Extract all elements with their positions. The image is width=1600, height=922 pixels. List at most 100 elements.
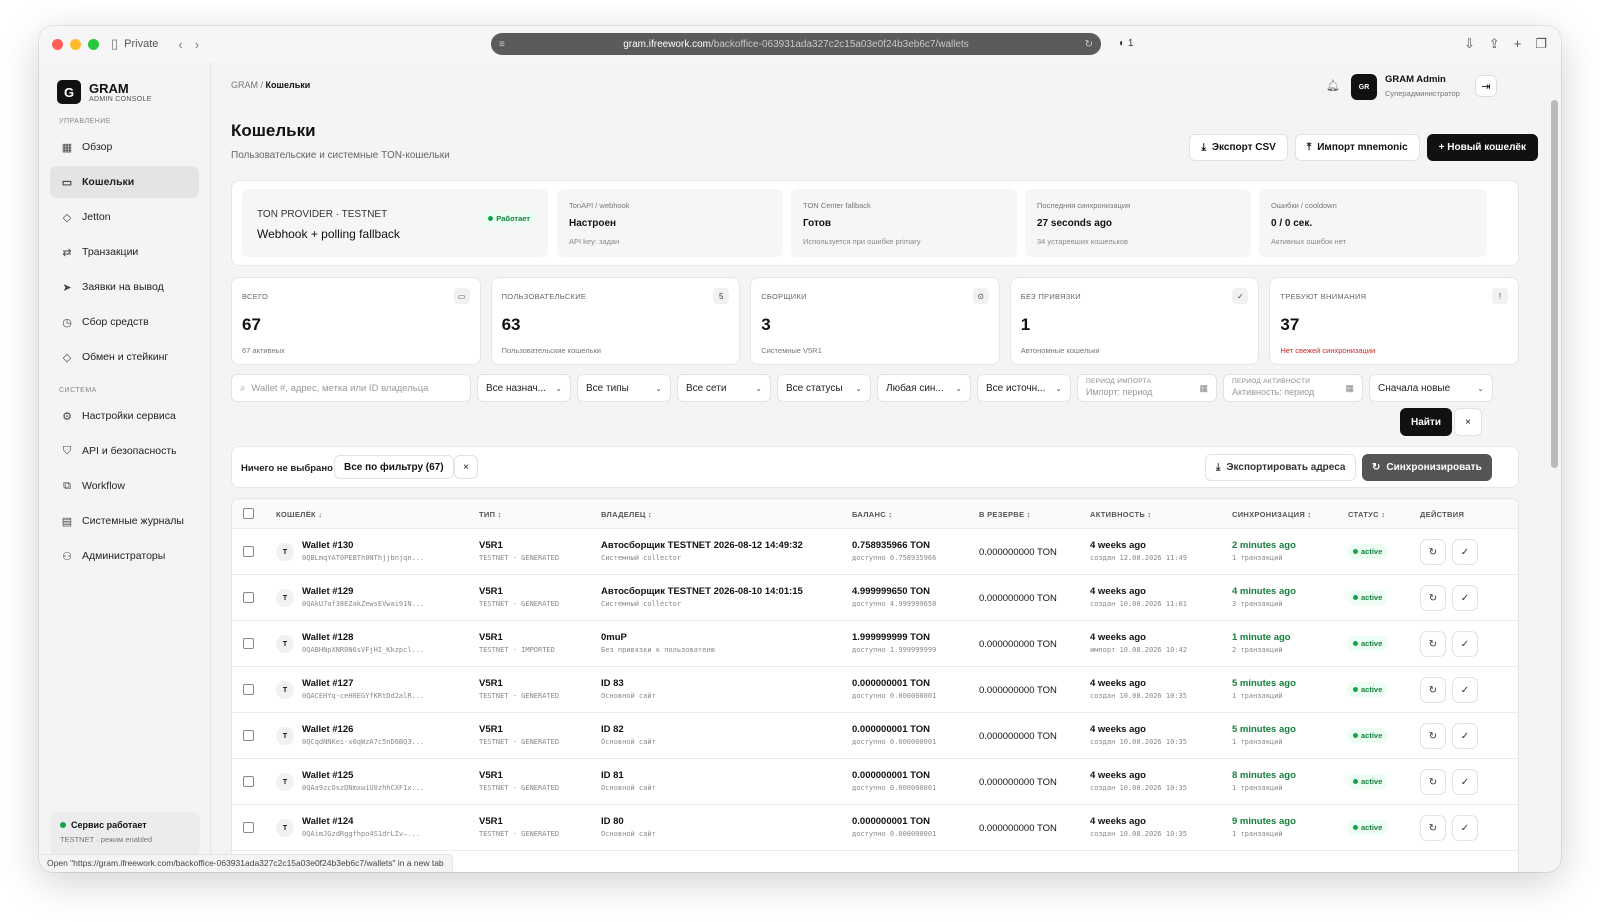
wallet-name[interactable]: Wallet #128	[302, 632, 353, 643]
download-icon[interactable]: ⇩	[1464, 36, 1475, 52]
brand[interactable]: G GRAM ADMIN CONSOLE	[57, 80, 210, 104]
tabs-overview-icon[interactable]: ❐	[1535, 36, 1547, 52]
clear-selection-button[interactable]: ×	[454, 455, 478, 479]
table-row[interactable]: T Wallet #124 0QAimJGzdRggfhpo4S1drLIv—...…	[232, 805, 1518, 851]
row-checkbox[interactable]	[243, 776, 254, 787]
verify-wallet-button[interactable]: ✓	[1452, 539, 1478, 565]
extension-count: 1	[1127, 38, 1134, 49]
wallet-name[interactable]: Wallet #124	[302, 816, 353, 827]
filter-select[interactable]: Все типы ⌄	[577, 374, 671, 402]
header-wallet[interactable]: КОШЕЛЁК ↓	[276, 510, 322, 519]
table-row[interactable]: T Wallet #130 0QBLmqYAT0PEBTh0NThjjbnjqn..…	[232, 529, 1518, 575]
filter-select[interactable]: Все статусы ⌄	[777, 374, 871, 402]
wallet-name[interactable]: Wallet #129	[302, 586, 353, 597]
verify-wallet-button[interactable]: ✓	[1452, 769, 1478, 795]
verify-wallet-button[interactable]: ✓	[1452, 723, 1478, 749]
logout-icon[interactable]: ⇥	[1475, 75, 1497, 97]
row-checkbox[interactable]	[243, 592, 254, 603]
header-balance[interactable]: БАЛАНС ↕	[852, 510, 892, 519]
verify-wallet-button[interactable]: ✓	[1452, 815, 1478, 841]
filter-select[interactable]: Любая син... ⌄	[877, 374, 971, 402]
sync-wallet-button[interactable]: ↻	[1420, 631, 1446, 657]
filter-select[interactable]: Все сети ⌄	[677, 374, 771, 402]
breadcrumb-root[interactable]: GRAM /	[231, 80, 266, 90]
avatar[interactable]: GR	[1351, 74, 1377, 100]
sidebar-item-items13[interactable]: ⇄ Транзакции	[50, 236, 199, 268]
notifications-bell-icon[interactable]: 🔔︎	[1322, 74, 1344, 96]
export-csv-button[interactable]: ⤓ Экспорт CSV	[1189, 134, 1288, 161]
verify-wallet-button[interactable]: ✓	[1452, 585, 1478, 611]
filter-select[interactable]: Все источн... ⌄	[977, 374, 1071, 402]
import-mnemonic-button[interactable]: ⤒ Импорт mnemonic	[1294, 134, 1420, 161]
sidebar-item-items22[interactable]: ⧉ Workflow	[50, 470, 199, 502]
wallet-name[interactable]: Wallet #127	[302, 678, 353, 689]
close-window-button[interactable]	[52, 38, 63, 50]
header-activity[interactable]: АКТИВНОСТЬ ↕	[1090, 510, 1151, 519]
row-checkbox[interactable]	[243, 822, 254, 833]
minimize-window-button[interactable]	[70, 38, 81, 50]
sidebar-item-items11[interactable]: ▭ Кошельки	[50, 166, 199, 198]
table-row[interactable]: T Wallet #128 0QABHNpXNR0N6sVFjHI_Kkzpcl..…	[232, 621, 1518, 667]
sync-wallet-button[interactable]: ↻	[1420, 769, 1446, 795]
wallet-name[interactable]: Wallet #126	[302, 724, 353, 735]
back-icon[interactable]: ‹	[178, 37, 182, 52]
sync-wallet-button[interactable]: ↻	[1420, 677, 1446, 703]
new-wallet-button[interactable]: + Новый кошелёк	[1426, 134, 1538, 161]
extension-badge[interactable]: ◐ 1	[1119, 38, 1133, 49]
export-addresses-button[interactable]: ⤓ Экспортировать адреса	[1205, 454, 1357, 481]
header-reserve[interactable]: В РЕЗЕРВЕ ↕	[979, 510, 1031, 519]
sort-select[interactable]: Сначала новые ⌄	[1369, 374, 1493, 402]
filter-select[interactable]: Все назнач... ⌄	[477, 374, 571, 402]
page-settings-icon[interactable]: ≡	[499, 39, 505, 50]
sidebar-item-items10[interactable]: ▦ Обзор	[50, 131, 199, 163]
sync-wallet-button[interactable]: ↻	[1420, 815, 1446, 841]
forward-icon[interactable]: ›	[195, 37, 199, 52]
search-input[interactable]: ⌕ Wallet #, адрес, метка или ID владельца	[231, 374, 471, 402]
select-all-checkbox[interactable]	[243, 508, 254, 519]
sidebar-item-items12[interactable]: ◇ Jetton	[50, 201, 199, 233]
sidebar-item-items23[interactable]: ▤ Системные журналы	[50, 505, 199, 537]
find-button[interactable]: Найти	[1400, 408, 1452, 436]
header-sync[interactable]: СИНХРОНИЗАЦИЯ ↕	[1232, 510, 1311, 519]
row-checkbox[interactable]	[243, 730, 254, 741]
reload-icon[interactable]: ↻	[1085, 39, 1093, 50]
table-row[interactable]: T Wallet #126 0QCqdNNKei-x0qWzA7c5nD6BQ3..…	[232, 713, 1518, 759]
table-row[interactable]: T Wallet #125 0QAa9zcOszDNmxwiU0zhhCXF1x..…	[232, 759, 1518, 805]
sidebar-item-items24[interactable]: ⚇ Администраторы	[50, 540, 199, 572]
share-icon[interactable]: ⇪	[1489, 36, 1500, 52]
sync-wallet-button[interactable]: ↻	[1420, 723, 1446, 749]
new-tab-icon[interactable]: +	[1514, 36, 1522, 52]
select-all-by-filter-button[interactable]: Все по фильтру (67)	[334, 455, 454, 479]
row-checkbox[interactable]	[243, 546, 254, 557]
address-bar[interactable]: ≡ gram.ifreework.com/backoffice-063931ad…	[491, 33, 1101, 55]
import-period-field[interactable]: ПЕРИОД ИМПОРТА Импорт: период ▦	[1077, 374, 1217, 402]
header-status[interactable]: СТАТУС ↕	[1348, 510, 1385, 519]
scrollbar[interactable]	[1551, 100, 1558, 468]
sidebar-item-items14[interactable]: ➤ Заявки на вывод	[50, 271, 199, 303]
activity-period-field[interactable]: ПЕРИОД АКТИВНОСТИ Активность: период ▦	[1223, 374, 1363, 402]
verify-wallet-button[interactable]: ✓	[1452, 677, 1478, 703]
stat-value: 3	[761, 315, 771, 334]
sync-button[interactable]: ↻ Синхронизировать	[1362, 454, 1492, 481]
sidebar-item-items20[interactable]: ⚙ Настройки сервиса	[50, 400, 199, 432]
table-row[interactable]: T Wallet #129 0QAkU7af38EZakZewsEVwai91N..…	[232, 575, 1518, 621]
refresh-icon: ↻	[1428, 730, 1438, 742]
wallet-name[interactable]: Wallet #125	[302, 770, 353, 781]
sync-wallet-button[interactable]: ↻	[1420, 539, 1446, 565]
sidebar-item-items16[interactable]: ◇ Обмен и стейкинг	[50, 341, 199, 373]
sync-wallet-button[interactable]: ↻	[1420, 585, 1446, 611]
verify-wallet-button[interactable]: ✓	[1452, 631, 1478, 657]
clear-filters-button[interactable]: ×	[1454, 408, 1482, 436]
sidebar-toggle-icon[interactable]: ▯	[111, 36, 118, 52]
header-owner[interactable]: ВЛАДЕЛЕЦ ↕	[601, 510, 652, 519]
sidebar-item-items21[interactable]: ⛉ API и безопасность	[50, 435, 199, 467]
header-type[interactable]: ТИП ↕	[479, 510, 502, 519]
user-info[interactable]: GRAM Admin Суперадминистратор	[1385, 74, 1460, 98]
row-checkbox[interactable]	[243, 684, 254, 695]
sidebar-item-items15[interactable]: ◷ Сбор средств	[50, 306, 199, 338]
zoom-window-button[interactable]	[88, 38, 99, 50]
provider-cell-value: Настроен	[569, 218, 617, 229]
wallet-name[interactable]: Wallet #130	[302, 540, 353, 551]
table-row[interactable]: T Wallet #127 0QACEHYq-ceH0EGYfKRtDd2alR..…	[232, 667, 1518, 713]
row-checkbox[interactable]	[243, 638, 254, 649]
